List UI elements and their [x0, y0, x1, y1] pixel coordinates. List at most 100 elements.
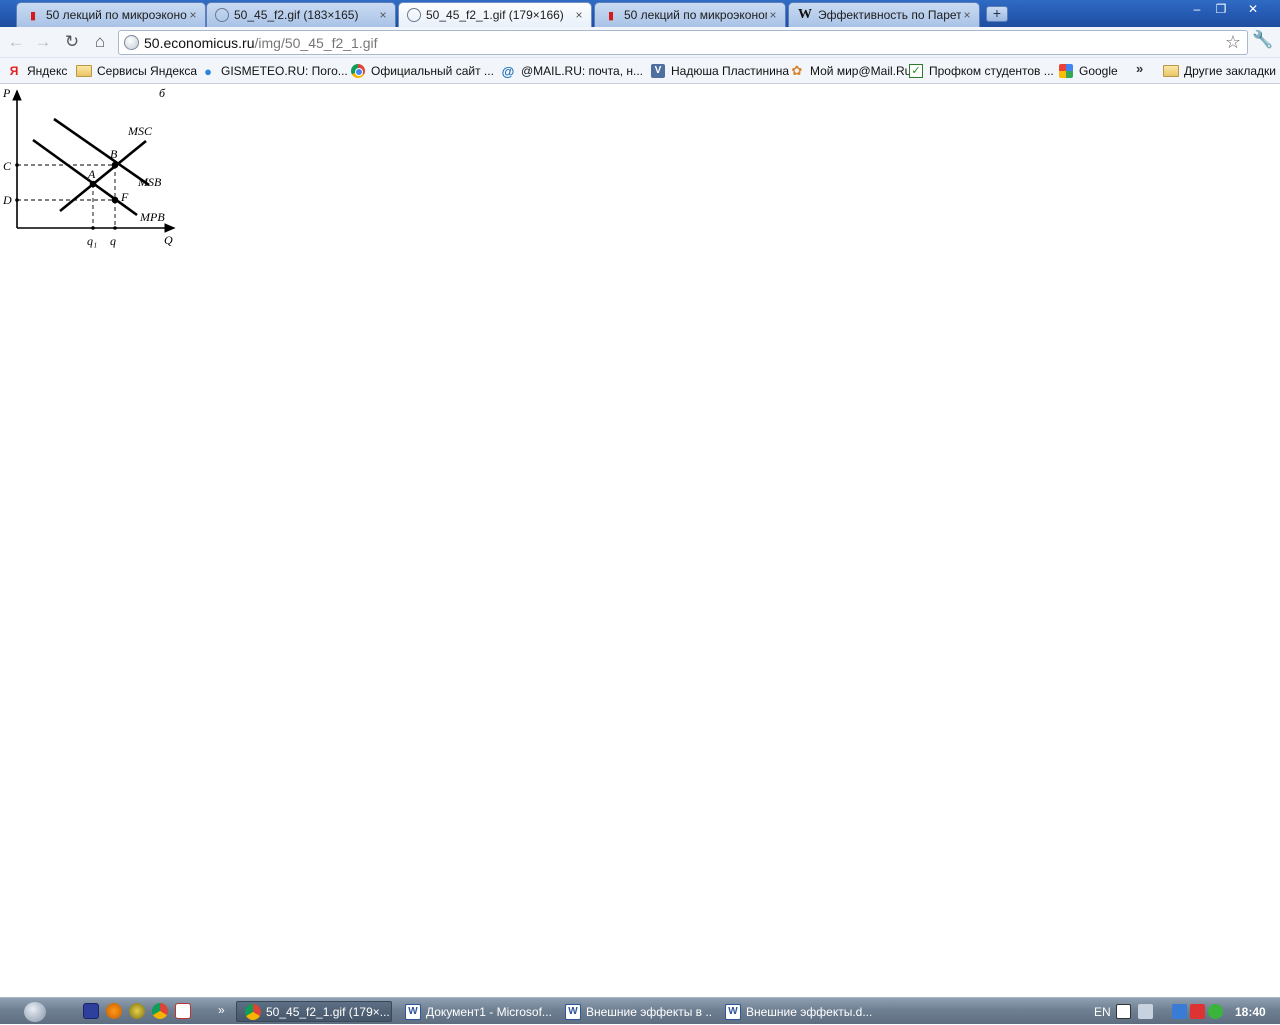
close-icon[interactable]: × — [573, 8, 585, 22]
tab-title: 50_45_f2.gif (183×165) — [234, 8, 359, 22]
bookmark-label: GISMETEO.RU: Пого... — [221, 64, 348, 78]
bookmark-label: Официальный сайт ... — [371, 64, 494, 78]
help-icon[interactable] — [1116, 1004, 1131, 1019]
book-icon: ▮ — [29, 9, 37, 22]
tab-title: 50 лекций по микроэкономик — [46, 8, 187, 22]
gismeteo-icon: ● — [204, 63, 212, 79]
security-shield-icon[interactable] — [1208, 1004, 1223, 1019]
quicklaunch-overflow-chevron-icon[interactable]: » — [218, 1003, 225, 1017]
bookmark-google[interactable]: Google — [1058, 62, 1118, 80]
tab-pareto-wiki[interactable]: W Эффективность по Парето - × — [788, 2, 980, 27]
other-bookmarks[interactable]: Другие закладки — [1163, 62, 1276, 80]
bookmark-label: @MAIL.RU: почта, н... — [521, 64, 644, 78]
restore-button[interactable]: ❐ — [1208, 1, 1234, 19]
tab-lectures-1[interactable]: ▮ 50 лекций по микроэкономик × — [16, 2, 206, 27]
book-icon: ▮ — [607, 9, 615, 22]
back-button[interactable]: ← — [4, 31, 28, 55]
wrench-menu-icon[interactable]: 🔧 — [1252, 30, 1273, 50]
curve-label-msc: MSC — [127, 124, 153, 138]
checkbox-icon: ✓ — [908, 63, 924, 79]
moymir-icon: ✿ — [791, 63, 803, 78]
bookmark-profkom[interactable]: ✓ Профком студентов ... — [908, 62, 1054, 80]
close-window-button[interactable]: ✕ — [1240, 1, 1266, 19]
taskbar-item-externalities-2[interactable]: W Внешние эффекты.d... — [717, 1001, 873, 1022]
tab-gif-f2[interactable]: 50_45_f2.gif (183×165) × — [206, 2, 396, 27]
taskbar-item-label: Внешние эффекты в ... — [586, 1004, 713, 1019]
tab-title: 50 лекций по микроэкономик — [624, 8, 767, 22]
tick-d-dot — [15, 198, 19, 202]
point-label-b: B — [110, 147, 118, 161]
vk-icon: V — [650, 63, 666, 79]
start-button[interactable] — [24, 1002, 46, 1022]
page-info-icon[interactable] — [124, 35, 139, 50]
other-bookmarks-label: Другие закладки — [1184, 64, 1276, 78]
chrome-icon — [350, 63, 366, 79]
language-indicator[interactable]: EN — [1094, 1005, 1111, 1019]
tab-title: Эффективность по Парето - — [818, 8, 961, 22]
bookmark-star-icon[interactable]: ☆ — [1225, 32, 1241, 53]
bookmark-label: Сервисы Яндекса — [97, 64, 198, 78]
tick-c-dot — [15, 163, 19, 167]
bookmark-label: Google — [1079, 64, 1118, 78]
bookmark-label: Мой мир@Mail.Ru — [810, 64, 912, 78]
url-host: 50.economicus.ru — [144, 35, 255, 51]
curve-label-mpb: MPB — [139, 210, 165, 224]
taskbar-item-externalities-1[interactable]: W Внешние эффекты в ... — [557, 1001, 713, 1022]
bookmark-gismeteo[interactable]: ● GISMETEO.RU: Пого... — [200, 62, 348, 80]
home-button[interactable]: ⌂ — [88, 31, 112, 55]
externality-diagram-image: P б C D MSC MSB MPB B A F q₁ q Q — [2, 86, 176, 248]
bookmark-mailru[interactable]: @ @MAIL.RU: почта, н... — [500, 62, 643, 80]
reload-button[interactable]: ↻ — [60, 31, 84, 55]
yandex-icon: Я — [9, 64, 19, 78]
solitaire-icon[interactable] — [175, 1003, 191, 1019]
bookmark-yandex[interactable]: Я Яндекс — [6, 62, 68, 80]
bookmark-moymir[interactable]: ✿ Мой мир@Mail.Ru — [789, 62, 912, 80]
antivirus-icon[interactable] — [1190, 1004, 1205, 1019]
bookmark-official-site[interactable]: Официальный сайт ... — [350, 62, 494, 80]
usb-icon[interactable] — [1138, 1004, 1153, 1019]
clock[interactable]: 18:40 — [1235, 1005, 1266, 1019]
system-tray: EN 18:40 — [1090, 998, 1280, 1025]
folder-icon — [76, 63, 92, 79]
close-icon[interactable]: × — [377, 8, 389, 22]
taskbar-item-label: Документ1 - Microsof... — [426, 1004, 552, 1019]
bookmark-vk-nadyusha[interactable]: V Надюша Пластинина — [650, 62, 789, 80]
taskbar-item-label: Внешние эффекты.d... — [746, 1004, 873, 1019]
wikipedia-icon: W — [798, 7, 812, 22]
globe-icon — [407, 8, 421, 22]
word-icon: W — [405, 1003, 421, 1020]
taskbar-item-document1[interactable]: W Документ1 - Microsof... — [397, 1001, 553, 1022]
close-icon[interactable]: × — [961, 8, 973, 22]
price-label-c: C — [3, 159, 12, 173]
bookmarks-bar: Я Яндекс Сервисы Яндекса ● GISMETEO.RU: … — [0, 58, 1280, 84]
bookmark-label: Надюша Пластинина — [671, 64, 790, 78]
dashed-guides — [17, 164, 116, 228]
tab-gif-f2-1[interactable]: 50_45_f2_1.gif (179×166) × — [398, 2, 592, 27]
point-label-f: F — [120, 190, 129, 204]
quantity-label-q: q — [110, 234, 116, 248]
taskbar-item-label: 50_45_f2_1.gif (179×... — [266, 1004, 390, 1019]
minimize-button[interactable]: – — [1184, 1, 1210, 19]
taskbar-item-chrome[interactable]: 50_45_f2_1.gif (179×... — [236, 1001, 392, 1022]
address-bar[interactable]: 50.economicus.ru/img/50_45_f2_1.gif ☆ — [118, 30, 1248, 55]
bookmarks-overflow-chevron-icon[interactable]: » — [1136, 61, 1143, 76]
word-icon: W — [565, 1003, 581, 1020]
close-icon[interactable]: × — [187, 8, 199, 22]
save-disk-icon[interactable] — [83, 1003, 99, 1019]
price-label-d: D — [2, 193, 12, 207]
page-content: P б C D MSC MSB MPB B A F q₁ q Q — [0, 85, 1280, 997]
point-a-dot — [89, 180, 97, 188]
close-icon[interactable]: × — [767, 8, 779, 22]
google-icon — [1058, 63, 1074, 79]
avast-icon[interactable] — [106, 1003, 122, 1019]
chrome-icon[interactable] — [152, 1003, 168, 1019]
bookmark-yandex-services[interactable]: Сервисы Яндекса — [76, 62, 197, 80]
biohazard-icon[interactable] — [129, 1003, 145, 1019]
tab-lectures-2[interactable]: ▮ 50 лекций по микроэкономик × — [594, 2, 786, 27]
point-b-dot — [111, 161, 119, 169]
new-tab-button[interactable]: + — [986, 6, 1008, 22]
forward-button[interactable]: → — [31, 31, 55, 55]
word-icon: W — [725, 1003, 741, 1020]
address-url: 50.economicus.ru/img/50_45_f2_1.gif — [144, 35, 378, 51]
network-icon[interactable] — [1172, 1004, 1187, 1019]
